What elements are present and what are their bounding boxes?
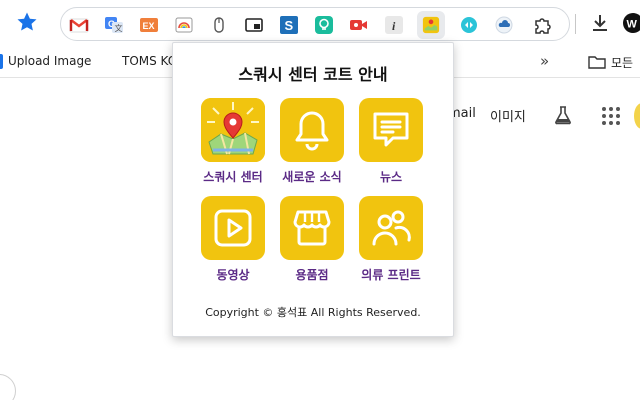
bookmark-toms-ko[interactable]: TOMS KO (122, 54, 177, 68)
images-link[interactable]: 이미지 (490, 106, 526, 125)
bookmarks-overflow-chevron-icon[interactable]: » (540, 52, 549, 70)
people-icon (359, 196, 423, 260)
tile-news-updates[interactable]: 새로운 소식 (272, 98, 352, 188)
play-icon (201, 196, 265, 260)
all-bookmarks-label[interactable]: 모든 (611, 54, 633, 71)
folder-icon (588, 54, 606, 70)
extensions-bar: G文 EX S i (60, 7, 570, 41)
mouse-icon[interactable] (209, 15, 229, 35)
bookmark-favicon-edge (0, 54, 3, 69)
toolbar-separator (575, 14, 576, 34)
svg-text:W: W (627, 19, 638, 31)
s-extension-icon[interactable]: S (279, 15, 299, 35)
tile-news[interactable]: 뉴스 (351, 98, 431, 188)
store-icon (280, 196, 344, 260)
browser-toolbar: G文 EX S i W (0, 0, 640, 46)
download-icon[interactable] (589, 12, 611, 34)
message-icon (359, 98, 423, 162)
ex-extension-icon[interactable]: EX (139, 15, 159, 35)
info-icon[interactable]: i (384, 15, 404, 35)
account-avatar[interactable] (634, 103, 640, 129)
extension-popup: 스쿼시 센터 코트 안내 스쿼시 센터 새로운 소식 뉴스 동영상 용품점 의류… (172, 42, 454, 337)
map-pin-icon (201, 98, 265, 162)
puzzle-icon[interactable] (533, 15, 553, 35)
cloud-extension-icon[interactable] (494, 15, 514, 35)
bulb-extension-icon[interactable] (314, 15, 334, 35)
profile-avatar-icon[interactable]: W (622, 12, 640, 34)
picture-in-picture-icon[interactable] (244, 15, 264, 35)
popup-title: 스쿼시 센터 코트 안내 (238, 65, 388, 84)
svg-text:S: S (285, 18, 294, 33)
squash-center-extension-icon[interactable] (417, 11, 445, 39)
corner-circle-button[interactable] (0, 374, 16, 400)
rainbow-window-icon[interactable] (174, 15, 194, 35)
tile-store[interactable]: 용품점 (272, 196, 352, 286)
tile-apparel-print[interactable]: 의류 프린트 (351, 196, 431, 286)
svg-text:文: 文 (115, 23, 123, 33)
tile-videos[interactable]: 동영상 (193, 196, 273, 286)
tile-label: 뉴스 (379, 170, 403, 184)
labs-flask-icon[interactable] (552, 104, 574, 126)
bookmark-star-icon[interactable] (15, 10, 39, 34)
apps-grid-icon[interactable] (600, 105, 622, 127)
bell-icon (280, 98, 344, 162)
tile-squash-center[interactable]: 스쿼시 센터 (193, 98, 273, 188)
tile-label: 의류 프린트 (361, 268, 421, 282)
bookmark-upload-image[interactable]: Upload Image (8, 54, 91, 68)
copyright-text: Copyright © 홍석표 All Rights Reserved. (205, 306, 421, 319)
google-translate-icon[interactable]: G文 (104, 15, 124, 35)
gmail-icon[interactable] (69, 15, 89, 35)
svg-text:EX: EX (143, 21, 155, 31)
arrows-extension-icon[interactable] (459, 15, 479, 35)
video-record-icon[interactable] (349, 15, 369, 35)
